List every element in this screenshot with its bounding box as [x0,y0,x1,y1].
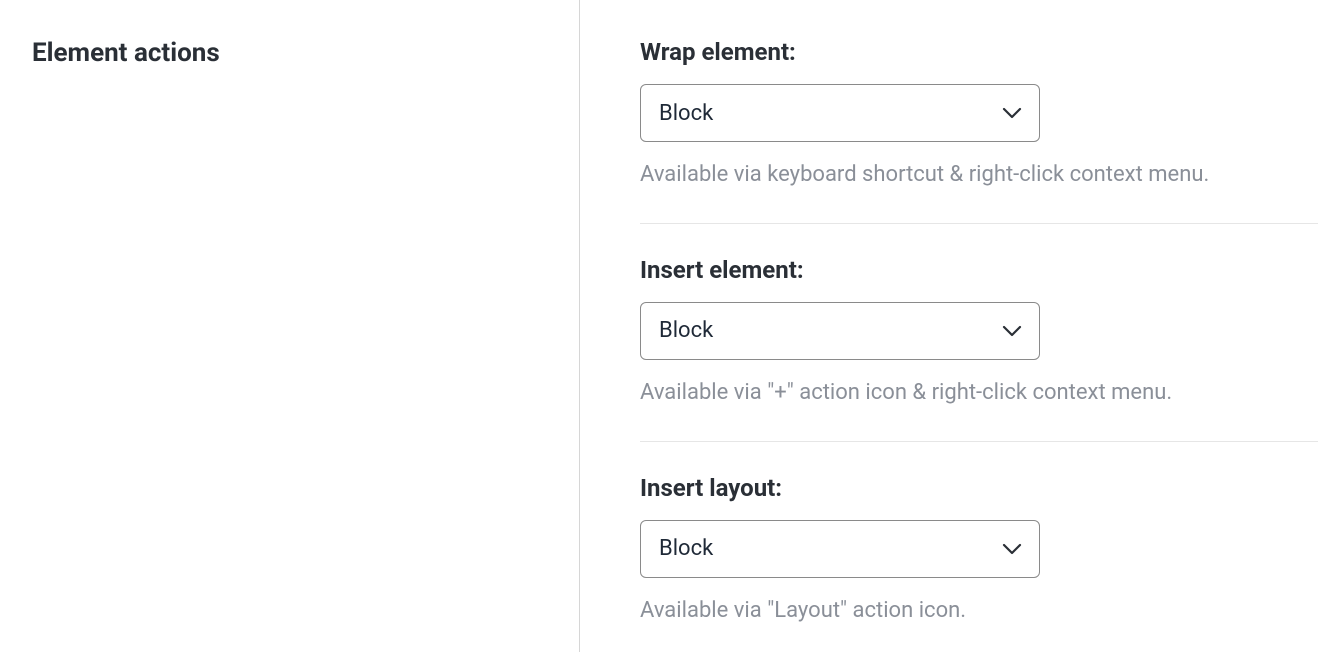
insert-element-label: Insert element: [640,256,1318,284]
section-title: Element actions [32,38,547,68]
wrap-element-label: Wrap element: [640,38,1318,66]
insert-element-group: Insert element: Block Available via "+" … [640,256,1318,442]
settings-panel: Element actions Wrap element: Block Avai… [0,0,1318,652]
wrap-element-group: Wrap element: Block Available via keyboa… [640,38,1318,224]
wrap-element-helper: Available via keyboard shortcut & right-… [640,160,1318,191]
wrap-element-select[interactable]: Block [640,84,1040,142]
insert-layout-select[interactable]: Block [640,520,1040,578]
insert-layout-group: Insert layout: Block Available via "Layo… [640,474,1318,627]
section-header-column: Element actions [0,0,580,652]
insert-layout-helper: Available via "Layout" action icon. [640,596,1318,627]
insert-element-helper: Available via "+" action icon & right-cl… [640,378,1318,409]
insert-layout-select-wrapper: Block [640,520,1040,578]
section-content-column: Wrap element: Block Available via keyboa… [580,0,1318,652]
wrap-element-select-wrapper: Block [640,84,1040,142]
insert-element-select-wrapper: Block [640,302,1040,360]
insert-layout-label: Insert layout: [640,474,1318,502]
insert-element-select[interactable]: Block [640,302,1040,360]
